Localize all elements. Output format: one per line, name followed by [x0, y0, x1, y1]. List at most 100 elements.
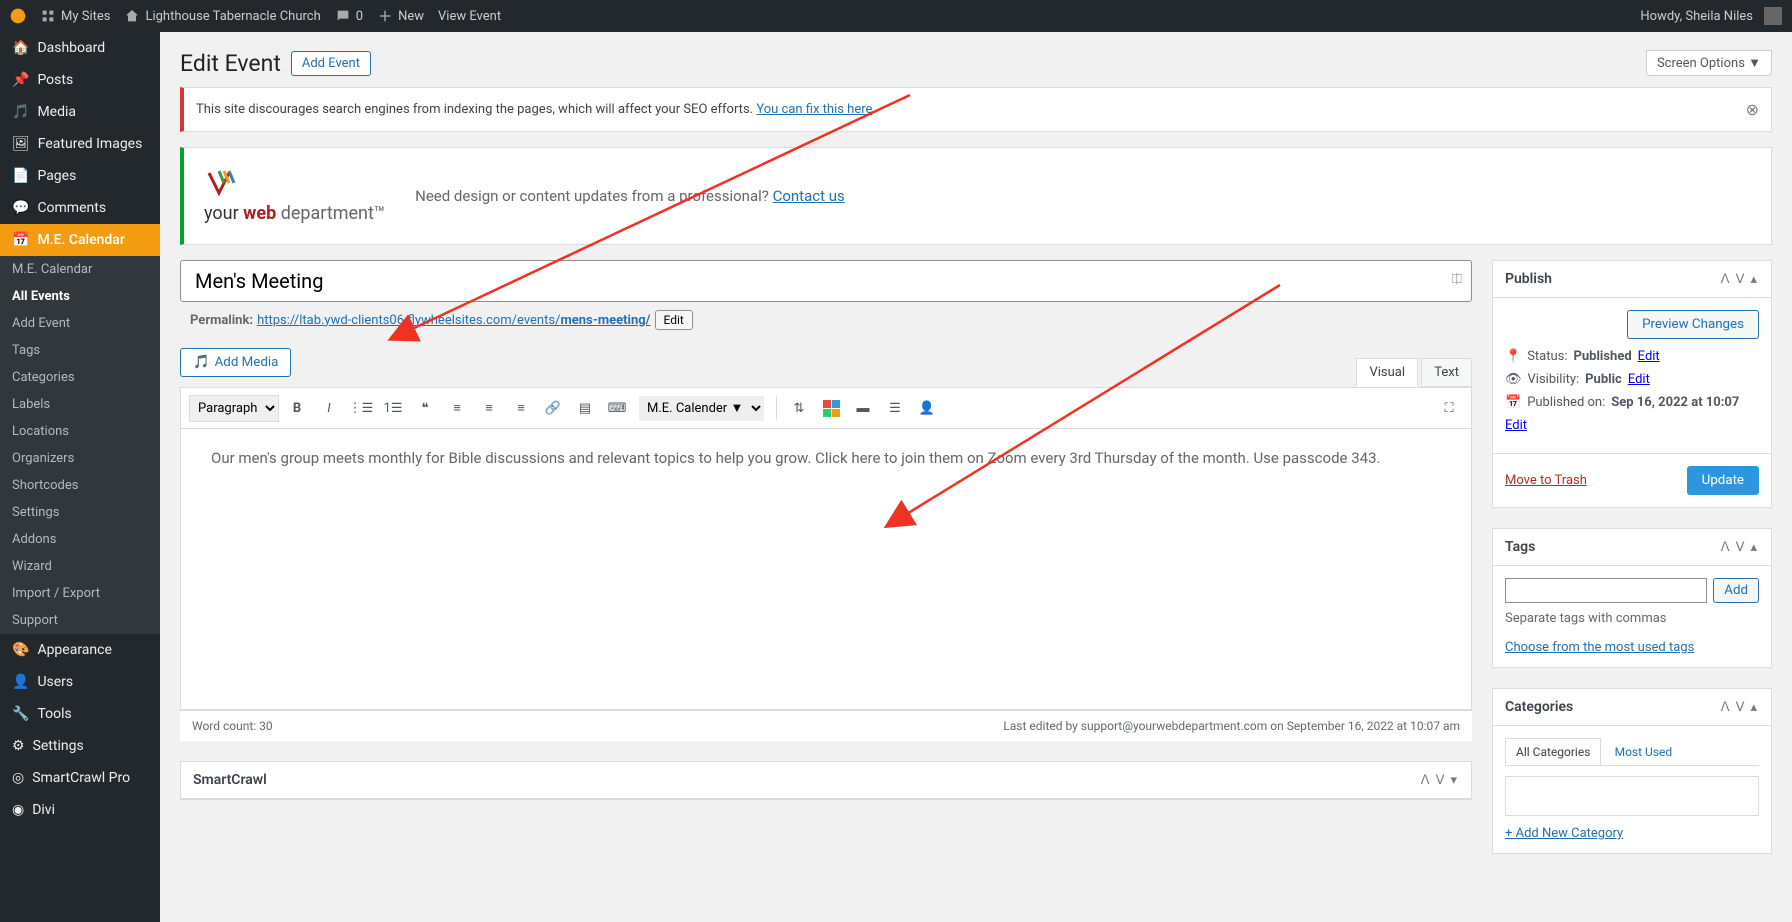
- sub-support[interactable]: Support: [0, 607, 160, 634]
- sub-shortcodes[interactable]: Shortcodes: [0, 472, 160, 499]
- new-link[interactable]: New: [377, 8, 424, 24]
- ywd-notice: your web department™ Need design or cont…: [180, 147, 1772, 245]
- ol-button[interactable]: 1☰: [379, 394, 407, 422]
- dismiss-icon[interactable]: ⊗: [1746, 100, 1759, 119]
- box-toggle-icon[interactable]: ▴: [1748, 700, 1759, 715]
- smartcrawl-box: SmartCrawl ᐱᐯ▾: [180, 761, 1472, 800]
- my-sites-link[interactable]: My Sites: [40, 8, 110, 24]
- seo-notice: This site discourages search engines fro…: [180, 87, 1772, 132]
- sidebar-pages[interactable]: 📄 Pages: [0, 160, 160, 192]
- sidebar-media[interactable]: 🎵 Media: [0, 96, 160, 128]
- align-left-button[interactable]: ≡: [443, 394, 471, 422]
- ul-button[interactable]: ⋮☰: [347, 394, 375, 422]
- edit-permalink-button[interactable]: Edit: [655, 310, 693, 330]
- more-button[interactable]: ▤: [571, 394, 599, 422]
- view-event-link[interactable]: View Event: [438, 9, 501, 24]
- published-edit-link[interactable]: Edit: [1505, 418, 1527, 433]
- sidebar-comments[interactable]: 💬 Comments: [0, 192, 160, 224]
- last-edited: Last edited by support@yourwebdepartment…: [1003, 719, 1460, 733]
- sidebar-dashboard[interactable]: 🏠 Dashboard: [0, 32, 160, 64]
- italic-button[interactable]: I: [315, 394, 343, 422]
- box-down-icon[interactable]: ᐯ: [1734, 540, 1747, 555]
- toolbar-toggle[interactable]: ⌨: [603, 394, 631, 422]
- sub-wizard[interactable]: Wizard: [0, 553, 160, 580]
- sidebar-appearance[interactable]: 🎨 Appearance: [0, 634, 160, 666]
- sidebar-smartcrawl[interactable]: ◎ SmartCrawl Pro: [0, 762, 160, 794]
- howdy-user[interactable]: Howdy, Sheila Niles: [1640, 7, 1782, 25]
- sub-settings[interactable]: Settings: [0, 499, 160, 526]
- box-toggle-icon[interactable]: ▴: [1748, 540, 1759, 555]
- box-up-icon[interactable]: ᐱ: [1419, 773, 1432, 788]
- sub-mec-calendar[interactable]: M.E. Calendar: [0, 256, 160, 283]
- tb-icon-4[interactable]: ☰: [881, 394, 909, 422]
- screen-options-button[interactable]: Screen Options ▼: [1646, 50, 1772, 76]
- tags-box: Tags ᐱᐯ▴ Add Separate tags with commas C…: [1492, 528, 1772, 668]
- tb-icon-2[interactable]: [817, 394, 845, 422]
- visual-tab[interactable]: Visual: [1356, 358, 1418, 387]
- align-center-button[interactable]: ≡: [475, 394, 503, 422]
- most-used-tab[interactable]: Most Used: [1605, 739, 1683, 765]
- add-category-link[interactable]: + Add New Category: [1505, 826, 1623, 841]
- sub-addons[interactable]: Addons: [0, 526, 160, 553]
- admin-sidebar: 🏠 Dashboard 📌 Posts 🎵 Media 🖼 Featured I…: [0, 32, 160, 922]
- box-down-icon[interactable]: ᐯ: [1434, 773, 1447, 788]
- preview-button[interactable]: Preview Changes: [1627, 310, 1759, 339]
- status-edit-link[interactable]: Edit: [1638, 349, 1660, 364]
- sidebar-mec[interactable]: 📅 M.E. Calendar: [0, 224, 160, 256]
- editor-body[interactable]: Our men's group meets monthly for Bible …: [181, 429, 1471, 709]
- visibility-edit-link[interactable]: Edit: [1628, 372, 1650, 387]
- box-up-icon[interactable]: ᐱ: [1719, 272, 1732, 287]
- align-right-button[interactable]: ≡: [507, 394, 535, 422]
- tags-input[interactable]: [1505, 578, 1707, 603]
- tb-icon-1[interactable]: ⇅: [785, 394, 813, 422]
- bold-button[interactable]: B: [283, 394, 311, 422]
- add-event-button[interactable]: Add Event: [291, 51, 371, 76]
- sidebar-divi[interactable]: ◉ Divi: [0, 794, 160, 826]
- tb-icon-3[interactable]: ▬: [849, 394, 877, 422]
- notice-fix-link[interactable]: You can fix this here: [756, 102, 872, 117]
- notice-text: This site discourages search engines fro…: [196, 102, 753, 117]
- format-select[interactable]: Paragraph: [189, 395, 279, 422]
- sidebar-featured[interactable]: 🖼 Featured Images: [0, 128, 160, 160]
- sidebar-tools[interactable]: 🔧 Tools: [0, 698, 160, 730]
- box-toggle-icon[interactable]: ▾: [1448, 773, 1459, 788]
- tb-icon-5[interactable]: 👤: [913, 394, 941, 422]
- sub-all-events[interactable]: All Events: [0, 283, 160, 310]
- box-up-icon[interactable]: ᐱ: [1719, 540, 1732, 555]
- sidebar-posts[interactable]: 📌 Posts: [0, 64, 160, 96]
- sub-categories[interactable]: Categories: [0, 364, 160, 391]
- trash-link[interactable]: Move to Trash: [1505, 473, 1587, 488]
- editor-wrap: Paragraph B I ⋮☰ 1☰ ❝ ≡ ≡ ≡ 🔗 ▤ ⌨ M.E. C…: [180, 387, 1472, 710]
- sub-import-export[interactable]: Import / Export: [0, 580, 160, 607]
- choose-tags-link[interactable]: Choose from the most used tags: [1505, 640, 1694, 655]
- add-media-button[interactable]: 🎵 Add Media: [180, 348, 291, 377]
- site-name-link[interactable]: Lighthouse Tabernacle Church: [124, 8, 320, 24]
- comments-link[interactable]: 0: [335, 8, 363, 24]
- box-down-icon[interactable]: ᐯ: [1734, 272, 1747, 287]
- box-toggle-icon[interactable]: ▴: [1748, 272, 1759, 287]
- sidebar-users[interactable]: 👤 Users: [0, 666, 160, 698]
- wp-logo[interactable]: [10, 8, 26, 24]
- title-icon[interactable]: ⎅: [1452, 272, 1462, 287]
- sidebar-settings[interactable]: ⚙ Settings: [0, 730, 160, 762]
- update-button[interactable]: Update: [1687, 466, 1759, 495]
- sub-labels[interactable]: Labels: [0, 391, 160, 418]
- tags-title: Tags: [1505, 539, 1535, 555]
- permalink-url[interactable]: https://ltab.ywd-clients06.flywheelsites…: [257, 313, 650, 328]
- mec-dropdown[interactable]: M.E. Calender ▼: [639, 396, 764, 421]
- link-button[interactable]: 🔗: [539, 394, 567, 422]
- quote-button[interactable]: ❝: [411, 394, 439, 422]
- sub-tags[interactable]: Tags: [0, 337, 160, 364]
- contact-us-link[interactable]: Contact us: [773, 187, 845, 205]
- box-up-icon[interactable]: ᐱ: [1719, 700, 1732, 715]
- event-title-input[interactable]: [180, 260, 1472, 302]
- sub-organizers[interactable]: Organizers: [0, 445, 160, 472]
- sub-add-event[interactable]: Add Event: [0, 310, 160, 337]
- sub-locations[interactable]: Locations: [0, 418, 160, 445]
- all-categories-tab[interactable]: All Categories: [1505, 738, 1601, 765]
- fullscreen-button[interactable]: ⛶: [1435, 394, 1463, 422]
- box-down-icon[interactable]: ᐯ: [1734, 700, 1747, 715]
- category-list[interactable]: [1505, 776, 1759, 816]
- add-tag-button[interactable]: Add: [1713, 578, 1759, 603]
- text-tab[interactable]: Text: [1421, 358, 1472, 387]
